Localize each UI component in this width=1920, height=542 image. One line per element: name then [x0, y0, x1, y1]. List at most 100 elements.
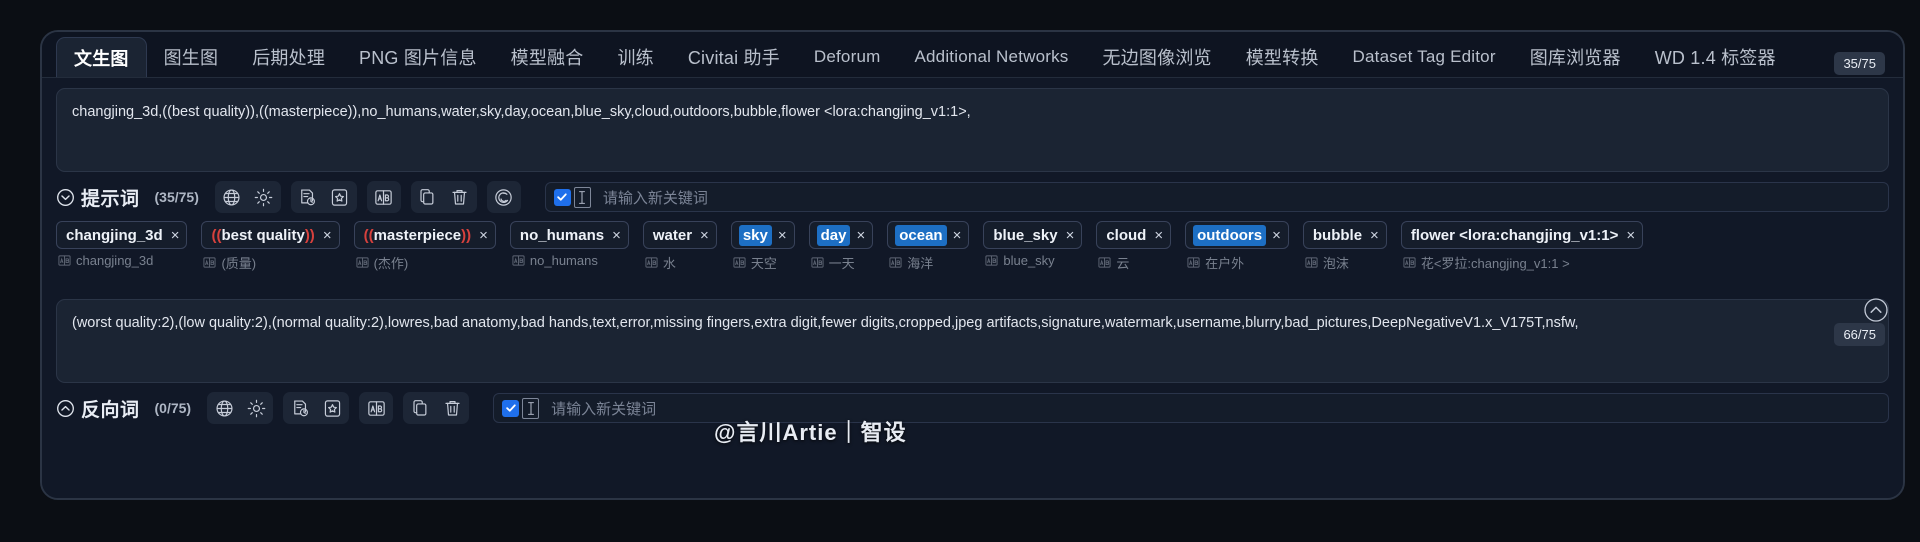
tab-2[interactable]: 后期处理: [235, 37, 342, 77]
tag-chip[interactable]: ((masterpiece)) ×: [353, 221, 496, 249]
tag-label: ocean: [895, 224, 947, 246]
tag-cell: water × 水: [642, 221, 717, 272]
gear-icon[interactable]: [249, 183, 279, 211]
tag-cell: ocean × 海洋: [887, 221, 970, 272]
positive-token-count: (35/75): [154, 189, 199, 205]
negative-token-badge: 66/75: [1834, 323, 1885, 346]
trash-icon[interactable]: [437, 394, 467, 422]
negative-keyword-enable-checkbox[interactable]: [502, 399, 520, 417]
tag-remove-icon[interactable]: ×: [700, 227, 709, 244]
tab-3[interactable]: PNG 图片信息: [342, 37, 494, 77]
translate-icon: [1187, 256, 1200, 269]
positive-keyword-search[interactable]: 请输入新关键词: [544, 182, 1889, 212]
tag-chip[interactable]: water ×: [642, 221, 717, 249]
translate-ab-icon[interactable]: [369, 183, 399, 211]
globe-icon[interactable]: [217, 183, 247, 211]
tab-11[interactable]: Dataset Tag Editor: [1336, 37, 1513, 77]
negative-keyword-input[interactable]: 请输入新关键词: [551, 398, 656, 419]
tab-12[interactable]: 图库浏览器: [1513, 37, 1638, 77]
tab-7[interactable]: Deforum: [797, 37, 898, 77]
history-icon[interactable]: [293, 183, 323, 211]
tag-translation-row: 水: [643, 253, 717, 272]
translate-icon: [1403, 256, 1416, 269]
keyword-enable-checkbox[interactable]: [553, 188, 571, 206]
webui-window: 文生图 图生图 后期处理 PNG 图片信息 模型融合 训练 Civitai 助手 Deforu…: [40, 30, 1905, 500]
tag-translation-row: (杰作): [354, 253, 496, 272]
tag-chip[interactable]: day ×: [808, 221, 874, 249]
tab-9[interactable]: 无边图像浏览: [1086, 37, 1229, 77]
tag-chip[interactable]: bubble ×: [1302, 221, 1387, 249]
translate-icon: [985, 254, 998, 267]
negative-keyword-search[interactable]: 请输入新关键词: [493, 393, 1889, 423]
translate-ab-icon[interactable]: [361, 394, 391, 422]
icon-group-0: [207, 392, 274, 424]
tag-remove-icon[interactable]: ×: [479, 227, 488, 244]
tag-cell: flower <lora:changjing_v1:1> × 花<罗拉:changj…: [1400, 221, 1644, 272]
bookmark-star-icon[interactable]: [325, 183, 355, 211]
tag-remove-icon[interactable]: ×: [1272, 227, 1281, 244]
negative-section-title: 反向词: [81, 399, 140, 421]
tag-chip[interactable]: blue_sky ×: [983, 221, 1083, 249]
tag-remove-icon[interactable]: ×: [612, 227, 621, 244]
tag-chip[interactable]: ocean ×: [887, 221, 970, 249]
tag-remove-icon[interactable]: ×: [1154, 227, 1163, 244]
tag-remove-icon[interactable]: ×: [1066, 227, 1075, 244]
negative-section-toggle[interactable]: 反向词 (0/75): [56, 395, 191, 422]
icon-group-4: [486, 181, 521, 213]
trash-icon[interactable]: [445, 183, 475, 211]
tag-cell: ((best quality)) × (质量): [201, 221, 340, 272]
history-icon[interactable]: [285, 394, 315, 422]
tag-translation-row: 泡沫: [1303, 253, 1387, 272]
tag-remove-icon[interactable]: ×: [1626, 227, 1635, 244]
tag-remove-icon[interactable]: ×: [1370, 227, 1379, 244]
translate-icon: [733, 256, 746, 269]
tag-remove-icon[interactable]: ×: [953, 227, 962, 244]
icon-group-1: [283, 392, 350, 424]
tag-translation-row: 天空: [731, 253, 795, 272]
tag-cell: no_humans × no_humans: [509, 221, 629, 268]
tab-10[interactable]: 模型转换: [1229, 37, 1336, 77]
tag-label: no_humans: [519, 226, 605, 244]
tab-5[interactable]: 训练: [600, 37, 670, 77]
translate-icon: [1305, 256, 1318, 269]
tag-label: bubble: [1312, 226, 1363, 244]
tag-chip[interactable]: outdoors ×: [1185, 221, 1289, 249]
tab-0[interactable]: 文生图: [56, 37, 147, 77]
tag-chip[interactable]: sky ×: [730, 221, 795, 249]
positive-prompt-textarea[interactable]: changjing_3d,((best quality)),((masterpi…: [56, 88, 1889, 172]
tag-chip[interactable]: no_humans ×: [509, 221, 629, 249]
gear-icon[interactable]: [241, 394, 271, 422]
tag-label: blue_sky: [993, 226, 1058, 244]
positive-section-toggle[interactable]: 提示词 (35/75): [56, 184, 199, 211]
copy-icon[interactable]: [413, 183, 443, 211]
globe-icon[interactable]: [209, 394, 239, 422]
collapse-section-button[interactable]: [1863, 297, 1889, 323]
bookmark-star-icon[interactable]: [317, 394, 347, 422]
tag-remove-icon[interactable]: ×: [323, 227, 332, 244]
tag-remove-icon[interactable]: ×: [171, 227, 180, 244]
icon-group-3: [410, 181, 477, 213]
tag-label: ((best quality)): [211, 226, 315, 244]
tag-chip[interactable]: flower <lora:changjing_v1:1> ×: [1400, 221, 1644, 249]
tab-1[interactable]: 图生图: [147, 37, 236, 77]
tag-label: changjing_3d: [66, 226, 163, 244]
tab-13[interactable]: WD 1.4 标签器: [1638, 37, 1793, 77]
tag-remove-icon[interactable]: ×: [856, 227, 865, 244]
tag-translation: (杰作): [373, 256, 409, 271]
tab-4[interactable]: 模型融合: [494, 37, 601, 77]
tab-8[interactable]: Additional Networks: [897, 37, 1085, 77]
tag-translation-row: no_humans: [510, 253, 629, 268]
spiral-icon[interactable]: [489, 183, 519, 211]
tab-6[interactable]: Civitai 助手: [671, 37, 797, 77]
txt2img-panel: 35/75 changjing_3d,((best quality)),((ma…: [42, 52, 1903, 498]
negative-prompt-textarea[interactable]: (worst quality:2),(low quality:2),(norma…: [56, 299, 1889, 383]
copy-icon[interactable]: [405, 394, 435, 422]
positive-keyword-input[interactable]: 请输入新关键词: [603, 187, 708, 208]
tag-chip[interactable]: ((best quality)) ×: [201, 221, 340, 249]
tag-chip[interactable]: cloud ×: [1096, 221, 1172, 249]
tag-translation: 海洋: [907, 256, 934, 271]
tag-remove-icon[interactable]: ×: [778, 227, 787, 244]
tag-translation-row: 在户外: [1185, 253, 1289, 272]
tag-chip[interactable]: changjing_3d ×: [56, 221, 188, 249]
chevron-down-circle-icon: [56, 188, 75, 207]
